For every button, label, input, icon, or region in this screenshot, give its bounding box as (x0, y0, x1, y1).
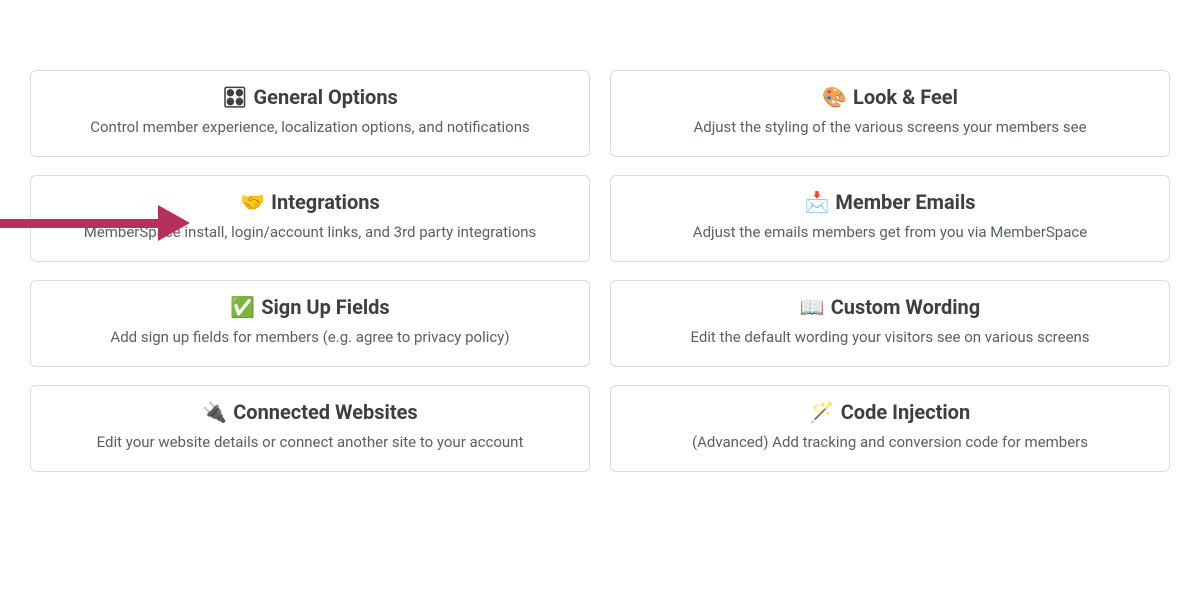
handshake-icon: 🤝 (240, 192, 265, 212)
card-desc: Edit your website details or connect ano… (49, 432, 571, 453)
card-integrations[interactable]: 🤝 Integrations MemberSpace install, logi… (30, 175, 590, 262)
card-member-emails[interactable]: 📩 Member Emails Adjust the emails member… (610, 175, 1170, 262)
plug-icon: 🔌 (202, 402, 227, 422)
card-title-text: General Options (254, 85, 398, 109)
card-desc: Add sign up fields for members (e.g. agr… (49, 327, 571, 348)
card-look-and-feel[interactable]: 🎨 Look & Feel Adjust the styling of the … (610, 70, 1170, 157)
card-desc: Edit the default wording your visitors s… (629, 327, 1151, 348)
card-title-text: Sign Up Fields (261, 295, 390, 319)
card-title-text: Custom Wording (831, 295, 980, 319)
envelope-icon: 📩 (804, 192, 829, 212)
controls-icon: 🎛 (222, 87, 247, 107)
card-desc: Adjust the emails members get from you v… (629, 222, 1151, 243)
checkmark-icon: ✅ (230, 297, 255, 317)
palette-icon: 🎨 (822, 87, 847, 107)
card-title-text: Integrations (271, 190, 380, 214)
card-desc: Control member experience, localization … (49, 117, 571, 138)
card-sign-up-fields[interactable]: ✅ Sign Up Fields Add sign up fields for … (30, 280, 590, 367)
settings-grid: 🎛 General Options Control member experie… (30, 70, 1170, 472)
card-title-text: Look & Feel (853, 85, 958, 109)
card-desc: Adjust the styling of the various screen… (629, 117, 1151, 138)
card-custom-wording[interactable]: 📖 Custom Wording Edit the default wordin… (610, 280, 1170, 367)
wand-icon: 🪄 (810, 402, 835, 422)
card-general-options[interactable]: 🎛 General Options Control member experie… (30, 70, 590, 157)
card-connected-websites[interactable]: 🔌 Connected Websites Edit your website d… (30, 385, 590, 472)
card-desc: (Advanced) Add tracking and conversion c… (629, 432, 1151, 453)
card-title-text: Connected Websites (233, 400, 417, 424)
card-title-text: Member Emails (835, 190, 975, 214)
card-title-text: Code Injection (841, 400, 970, 424)
card-code-injection[interactable]: 🪄 Code Injection (Advanced) Add tracking… (610, 385, 1170, 472)
book-icon: 📖 (800, 297, 825, 317)
card-desc: MemberSpace install, login/account links… (49, 222, 571, 243)
